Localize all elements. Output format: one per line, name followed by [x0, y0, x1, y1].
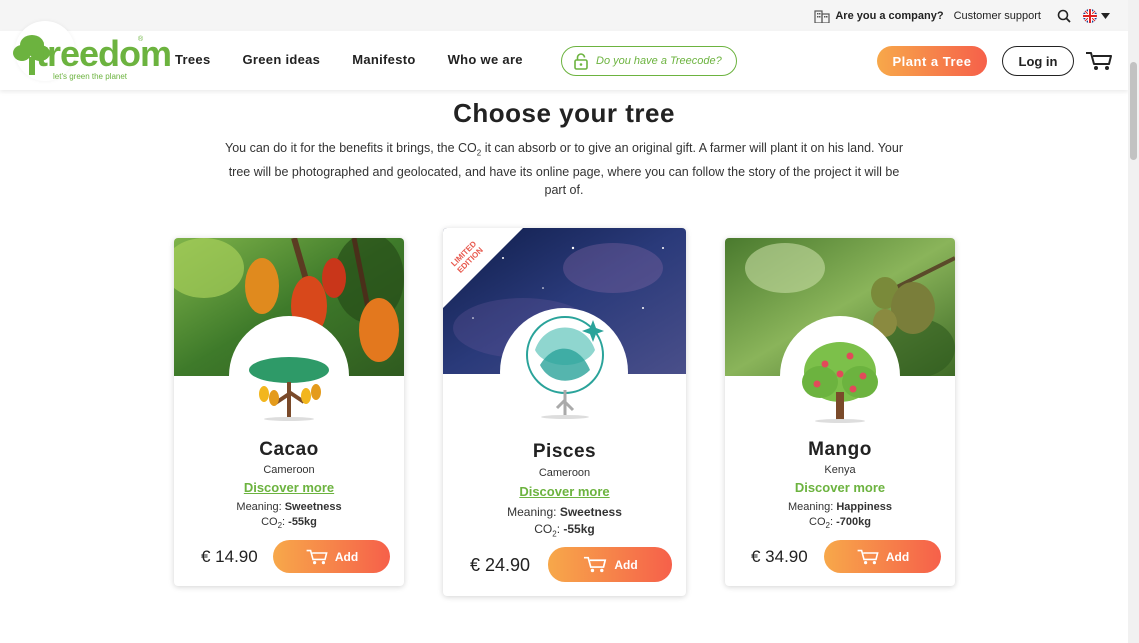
treecode-button[interactable]: Do you have a Treecode? — [561, 46, 737, 76]
nav-item-who-we-are[interactable]: Who we are — [448, 52, 523, 67]
cacao-tree-icon — [249, 357, 329, 421]
plant-a-tree-button[interactable]: Plant a Tree — [877, 46, 987, 76]
page: Are you a company? Customer support tree… — [0, 0, 1139, 643]
meaning-value: Sweetness — [284, 501, 342, 513]
lock-icon — [574, 52, 588, 70]
cart-icon — [306, 549, 328, 564]
uk-flag-icon — [1083, 8, 1097, 23]
tree-co2: CO2: -55kg — [174, 516, 404, 530]
co2-label: CO — [261, 516, 278, 528]
tree-card-cacao[interactable]: Cacao Cameroon Discover more Meaning: Sw… — [174, 238, 404, 586]
discover-more-link[interactable]: Discover more — [443, 484, 686, 499]
cart-icon — [857, 549, 879, 564]
add-to-cart-button[interactable]: Add — [824, 540, 941, 573]
tree-price: € 14.90 — [201, 547, 258, 566]
co2-value: -55kg — [288, 516, 317, 528]
mango-tree-icon — [802, 342, 878, 423]
add-to-cart-button[interactable]: Add — [273, 540, 390, 573]
nav-item-green-ideas[interactable]: Green ideas — [242, 52, 320, 67]
discover-more-link[interactable]: Discover more — [174, 480, 404, 495]
caret-down-icon — [1101, 12, 1110, 19]
logo[interactable]: treedom ® let's green the planet — [10, 21, 172, 91]
main-header: treedom ® let's green the planet Trees G… — [0, 21, 1128, 90]
cart-icon — [584, 556, 607, 573]
main-nav: Trees Green ideas Manifesto Who we are — [175, 52, 555, 67]
co2-value: -700kg — [836, 516, 871, 528]
treecode-label: Do you have a Treecode? — [596, 55, 722, 67]
co2-label: CO — [809, 516, 826, 528]
meaning-label: Meaning: — [788, 501, 837, 513]
tree-country: Kenya — [824, 464, 856, 476]
co2-value: -55kg — [563, 522, 595, 536]
tree-name: Pisces — [532, 441, 597, 462]
utility-bar: Are you a company? Customer support — [0, 0, 1128, 31]
logo-registered-mark: ® — [138, 36, 144, 43]
login-button[interactable]: Log in — [1002, 46, 1074, 76]
co2-label: CO — [534, 522, 553, 536]
tree-price: € 34.90 — [751, 547, 808, 566]
logo-tagline: let's green the planet — [53, 72, 128, 81]
tree-meaning: Meaning: Sweetness — [443, 505, 686, 519]
tree-meaning: Meaning: Sweetness — [174, 501, 404, 513]
tree-card-pisces[interactable]: LIMITED EDITION Pisces Cameroon Discover… — [443, 228, 686, 596]
meaning-label: Meaning: — [507, 505, 560, 519]
page-scrollbar[interactable] — [1128, 0, 1139, 643]
tree-price: € 24.90 — [470, 555, 531, 575]
building-icon — [814, 9, 830, 23]
tree-card-mango[interactable]: Mango Kenya Discover more Meaning: Happi… — [725, 238, 955, 586]
add-label: Add — [614, 557, 638, 572]
limited-edition-ribbon: LIMITED EDITION — [443, 228, 523, 308]
tree-meaning: Meaning: Happiness — [725, 501, 955, 513]
tree-country: Cameroon — [538, 467, 591, 479]
meaning-label: Meaning: — [236, 501, 285, 513]
tree-co2: CO2: -55kg — [443, 522, 686, 538]
page-title: Choose your tree — [453, 98, 675, 128]
add-label: Add — [334, 549, 359, 564]
intro-part-1: You can do it for the benefits it brings… — [225, 141, 477, 155]
pisces-tree-icon — [526, 316, 604, 419]
language-selector[interactable] — [1083, 8, 1110, 23]
company-link[interactable]: Are you a company? — [814, 9, 944, 23]
add-label: Add — [885, 549, 910, 564]
meaning-value: Happiness — [836, 501, 892, 513]
search-icon[interactable] — [1057, 9, 1071, 23]
tree-name: Cacao — [259, 439, 319, 460]
intro-text: You can do it for the benefits it brings… — [218, 139, 910, 199]
scrollbar-thumb[interactable] — [1130, 62, 1137, 160]
tree-name: Mango — [808, 439, 872, 460]
add-to-cart-button[interactable]: Add — [548, 547, 672, 582]
logo-wordmark: treedom — [36, 33, 172, 74]
nav-item-manifesto[interactable]: Manifesto — [352, 52, 415, 67]
discover-more-link[interactable]: Discover more — [725, 480, 955, 495]
company-label: Are you a company? — [835, 9, 944, 22]
tree-co2: CO2: -700kg — [725, 516, 955, 530]
meaning-value: Sweetness — [559, 505, 622, 519]
cart-icon[interactable] — [1085, 51, 1113, 71]
nav-item-trees[interactable]: Trees — [175, 52, 210, 67]
customer-support-link[interactable]: Customer support — [954, 10, 1041, 22]
tree-country: Cameroon — [263, 464, 315, 476]
